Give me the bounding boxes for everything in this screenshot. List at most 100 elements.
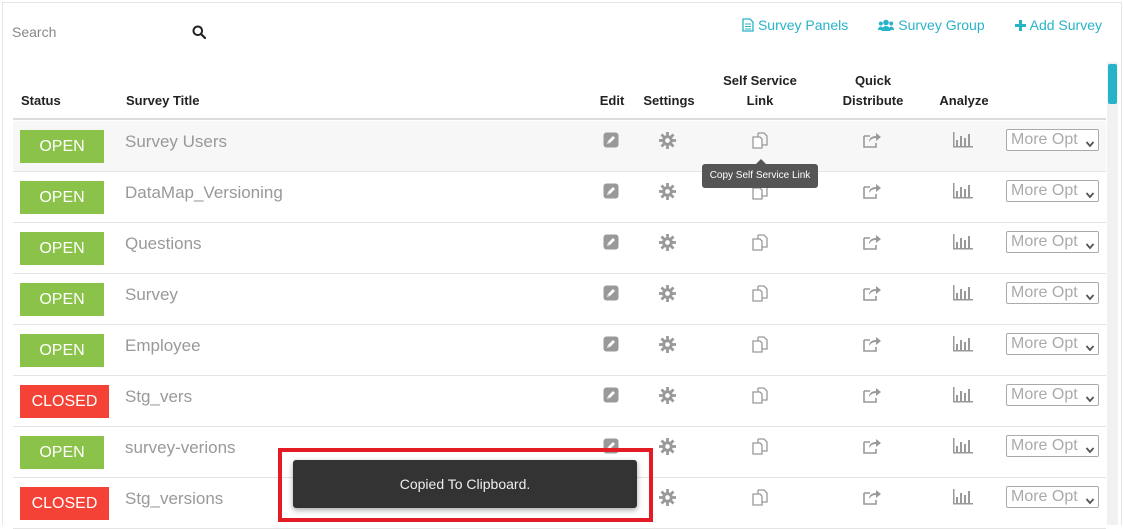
more-options-select[interactable]: More Opt bbox=[1006, 486, 1099, 508]
chevron-down-icon bbox=[1085, 441, 1095, 456]
more-options-value: More Opt bbox=[1011, 335, 1078, 352]
header-edit: Edit bbox=[599, 93, 625, 108]
survey-title[interactable]: survey-verions bbox=[125, 438, 236, 458]
chevron-down-icon bbox=[1085, 237, 1095, 252]
share-icon[interactable] bbox=[863, 132, 881, 150]
copy-icon[interactable] bbox=[751, 336, 769, 354]
bar-chart-icon[interactable] bbox=[953, 132, 973, 150]
gear-icon[interactable] bbox=[659, 183, 677, 201]
survey-panels-link[interactable]: Survey Panels bbox=[742, 17, 848, 33]
bar-chart-icon[interactable] bbox=[953, 336, 973, 354]
bar-chart-icon[interactable] bbox=[953, 234, 973, 252]
copy-icon[interactable] bbox=[751, 387, 769, 405]
more-options-select[interactable]: More Opt bbox=[1006, 282, 1099, 304]
search-icon[interactable] bbox=[192, 25, 206, 39]
share-icon[interactable] bbox=[863, 438, 881, 456]
share-icon[interactable] bbox=[863, 336, 881, 354]
share-icon[interactable] bbox=[863, 234, 881, 252]
header-self-service-line2: Link bbox=[746, 93, 774, 108]
survey-title[interactable]: DataMap_Versioning bbox=[125, 183, 283, 203]
gear-icon[interactable] bbox=[659, 438, 677, 456]
status-badge[interactable]: OPEN bbox=[20, 334, 104, 367]
survey-title[interactable]: Survey bbox=[125, 285, 178, 305]
header-settings: Settings bbox=[643, 93, 695, 108]
more-options-select[interactable]: More Opt bbox=[1006, 435, 1099, 457]
status-badge[interactable]: CLOSED bbox=[20, 487, 109, 520]
add-survey-link[interactable]: Add Survey bbox=[1014, 17, 1102, 33]
status-badge[interactable]: OPEN bbox=[20, 232, 104, 265]
share-icon[interactable] bbox=[863, 387, 881, 405]
more-options-value: More Opt bbox=[1011, 488, 1078, 505]
more-options-value: More Opt bbox=[1011, 284, 1078, 301]
bar-chart-icon[interactable] bbox=[953, 387, 973, 405]
edit-icon[interactable] bbox=[603, 183, 621, 201]
share-icon[interactable] bbox=[863, 183, 881, 201]
search-box bbox=[12, 22, 212, 42]
copy-icon[interactable] bbox=[751, 438, 769, 456]
copy-icon[interactable] bbox=[751, 489, 769, 507]
survey-group-label: Survey Group bbox=[898, 17, 985, 33]
status-badge[interactable]: OPEN bbox=[20, 130, 104, 163]
copy-icon[interactable] bbox=[751, 285, 769, 303]
header-quick-line1: Quick bbox=[854, 73, 892, 88]
copy-link-tooltip: Copy Self Service Link bbox=[702, 159, 818, 188]
gear-icon[interactable] bbox=[659, 132, 677, 150]
status-badge[interactable]: CLOSED bbox=[20, 385, 109, 418]
search-input[interactable] bbox=[12, 22, 182, 42]
status-badge[interactable]: OPEN bbox=[20, 181, 104, 214]
edit-icon[interactable] bbox=[603, 234, 621, 252]
scrollbar[interactable] bbox=[1107, 62, 1118, 525]
clipboard-toast: Copied To Clipboard. bbox=[293, 460, 637, 508]
header-analyze: Analyze bbox=[939, 93, 989, 108]
chevron-down-icon bbox=[1085, 135, 1095, 150]
scroll-thumb[interactable] bbox=[1108, 64, 1117, 104]
copy-icon[interactable] bbox=[751, 234, 769, 252]
header-quick-line2: Distribute bbox=[842, 93, 904, 108]
bar-chart-icon[interactable] bbox=[953, 285, 973, 303]
add-survey-label: Add Survey bbox=[1029, 17, 1102, 33]
survey-title[interactable]: Stg_versions bbox=[125, 489, 223, 509]
copy-icon[interactable] bbox=[751, 132, 769, 150]
gear-icon[interactable] bbox=[659, 336, 677, 354]
edit-icon[interactable] bbox=[603, 132, 621, 150]
header-divider bbox=[13, 118, 1106, 120]
more-options-select[interactable]: More Opt bbox=[1006, 384, 1099, 406]
more-options-select[interactable]: More Opt bbox=[1006, 333, 1099, 355]
survey-title[interactable]: Employee bbox=[125, 336, 201, 356]
bar-chart-icon[interactable] bbox=[953, 438, 973, 456]
survey-title[interactable]: Questions bbox=[125, 234, 202, 254]
more-options-value: More Opt bbox=[1011, 437, 1078, 454]
more-options-select[interactable]: More Opt bbox=[1006, 231, 1099, 253]
header-self-service-link: Self Service Link bbox=[708, 71, 812, 111]
users-icon bbox=[878, 19, 895, 31]
header-survey-title: Survey Title bbox=[126, 93, 200, 108]
edit-icon[interactable] bbox=[603, 285, 621, 303]
more-options-value: More Opt bbox=[1011, 233, 1078, 250]
gear-icon[interactable] bbox=[659, 234, 677, 252]
more-options-select[interactable]: More Opt bbox=[1006, 180, 1099, 202]
status-badge[interactable]: OPEN bbox=[20, 436, 104, 469]
more-options-value: More Opt bbox=[1011, 182, 1078, 199]
more-options-value: More Opt bbox=[1011, 131, 1078, 148]
table-row: OPEN Questions More Opt bbox=[13, 223, 1106, 274]
bar-chart-icon[interactable] bbox=[953, 183, 973, 201]
edit-icon[interactable] bbox=[603, 336, 621, 354]
survey-panels-label: Survey Panels bbox=[757, 17, 849, 33]
chevron-down-icon bbox=[1085, 339, 1095, 354]
survey-title[interactable]: Stg_vers bbox=[125, 387, 192, 407]
share-icon[interactable] bbox=[863, 489, 881, 507]
top-links: Survey Panels Survey Group Add Survey bbox=[742, 17, 1102, 33]
table-row: OPEN DataMap_Versioning More Opt bbox=[13, 172, 1106, 223]
table-row: CLOSED Stg_vers More Opt bbox=[13, 376, 1106, 427]
bar-chart-icon[interactable] bbox=[953, 489, 973, 507]
gear-icon[interactable] bbox=[659, 387, 677, 405]
survey-title[interactable]: Survey Users bbox=[125, 132, 227, 152]
header-self-service-line1: Self Service bbox=[723, 73, 797, 88]
gear-icon[interactable] bbox=[659, 489, 677, 507]
status-badge[interactable]: OPEN bbox=[20, 283, 104, 316]
edit-icon[interactable] bbox=[603, 387, 621, 405]
share-icon[interactable] bbox=[863, 285, 881, 303]
survey-group-link[interactable]: Survey Group bbox=[878, 17, 985, 33]
gear-icon[interactable] bbox=[659, 285, 677, 303]
more-options-select[interactable]: More Opt bbox=[1006, 129, 1099, 151]
